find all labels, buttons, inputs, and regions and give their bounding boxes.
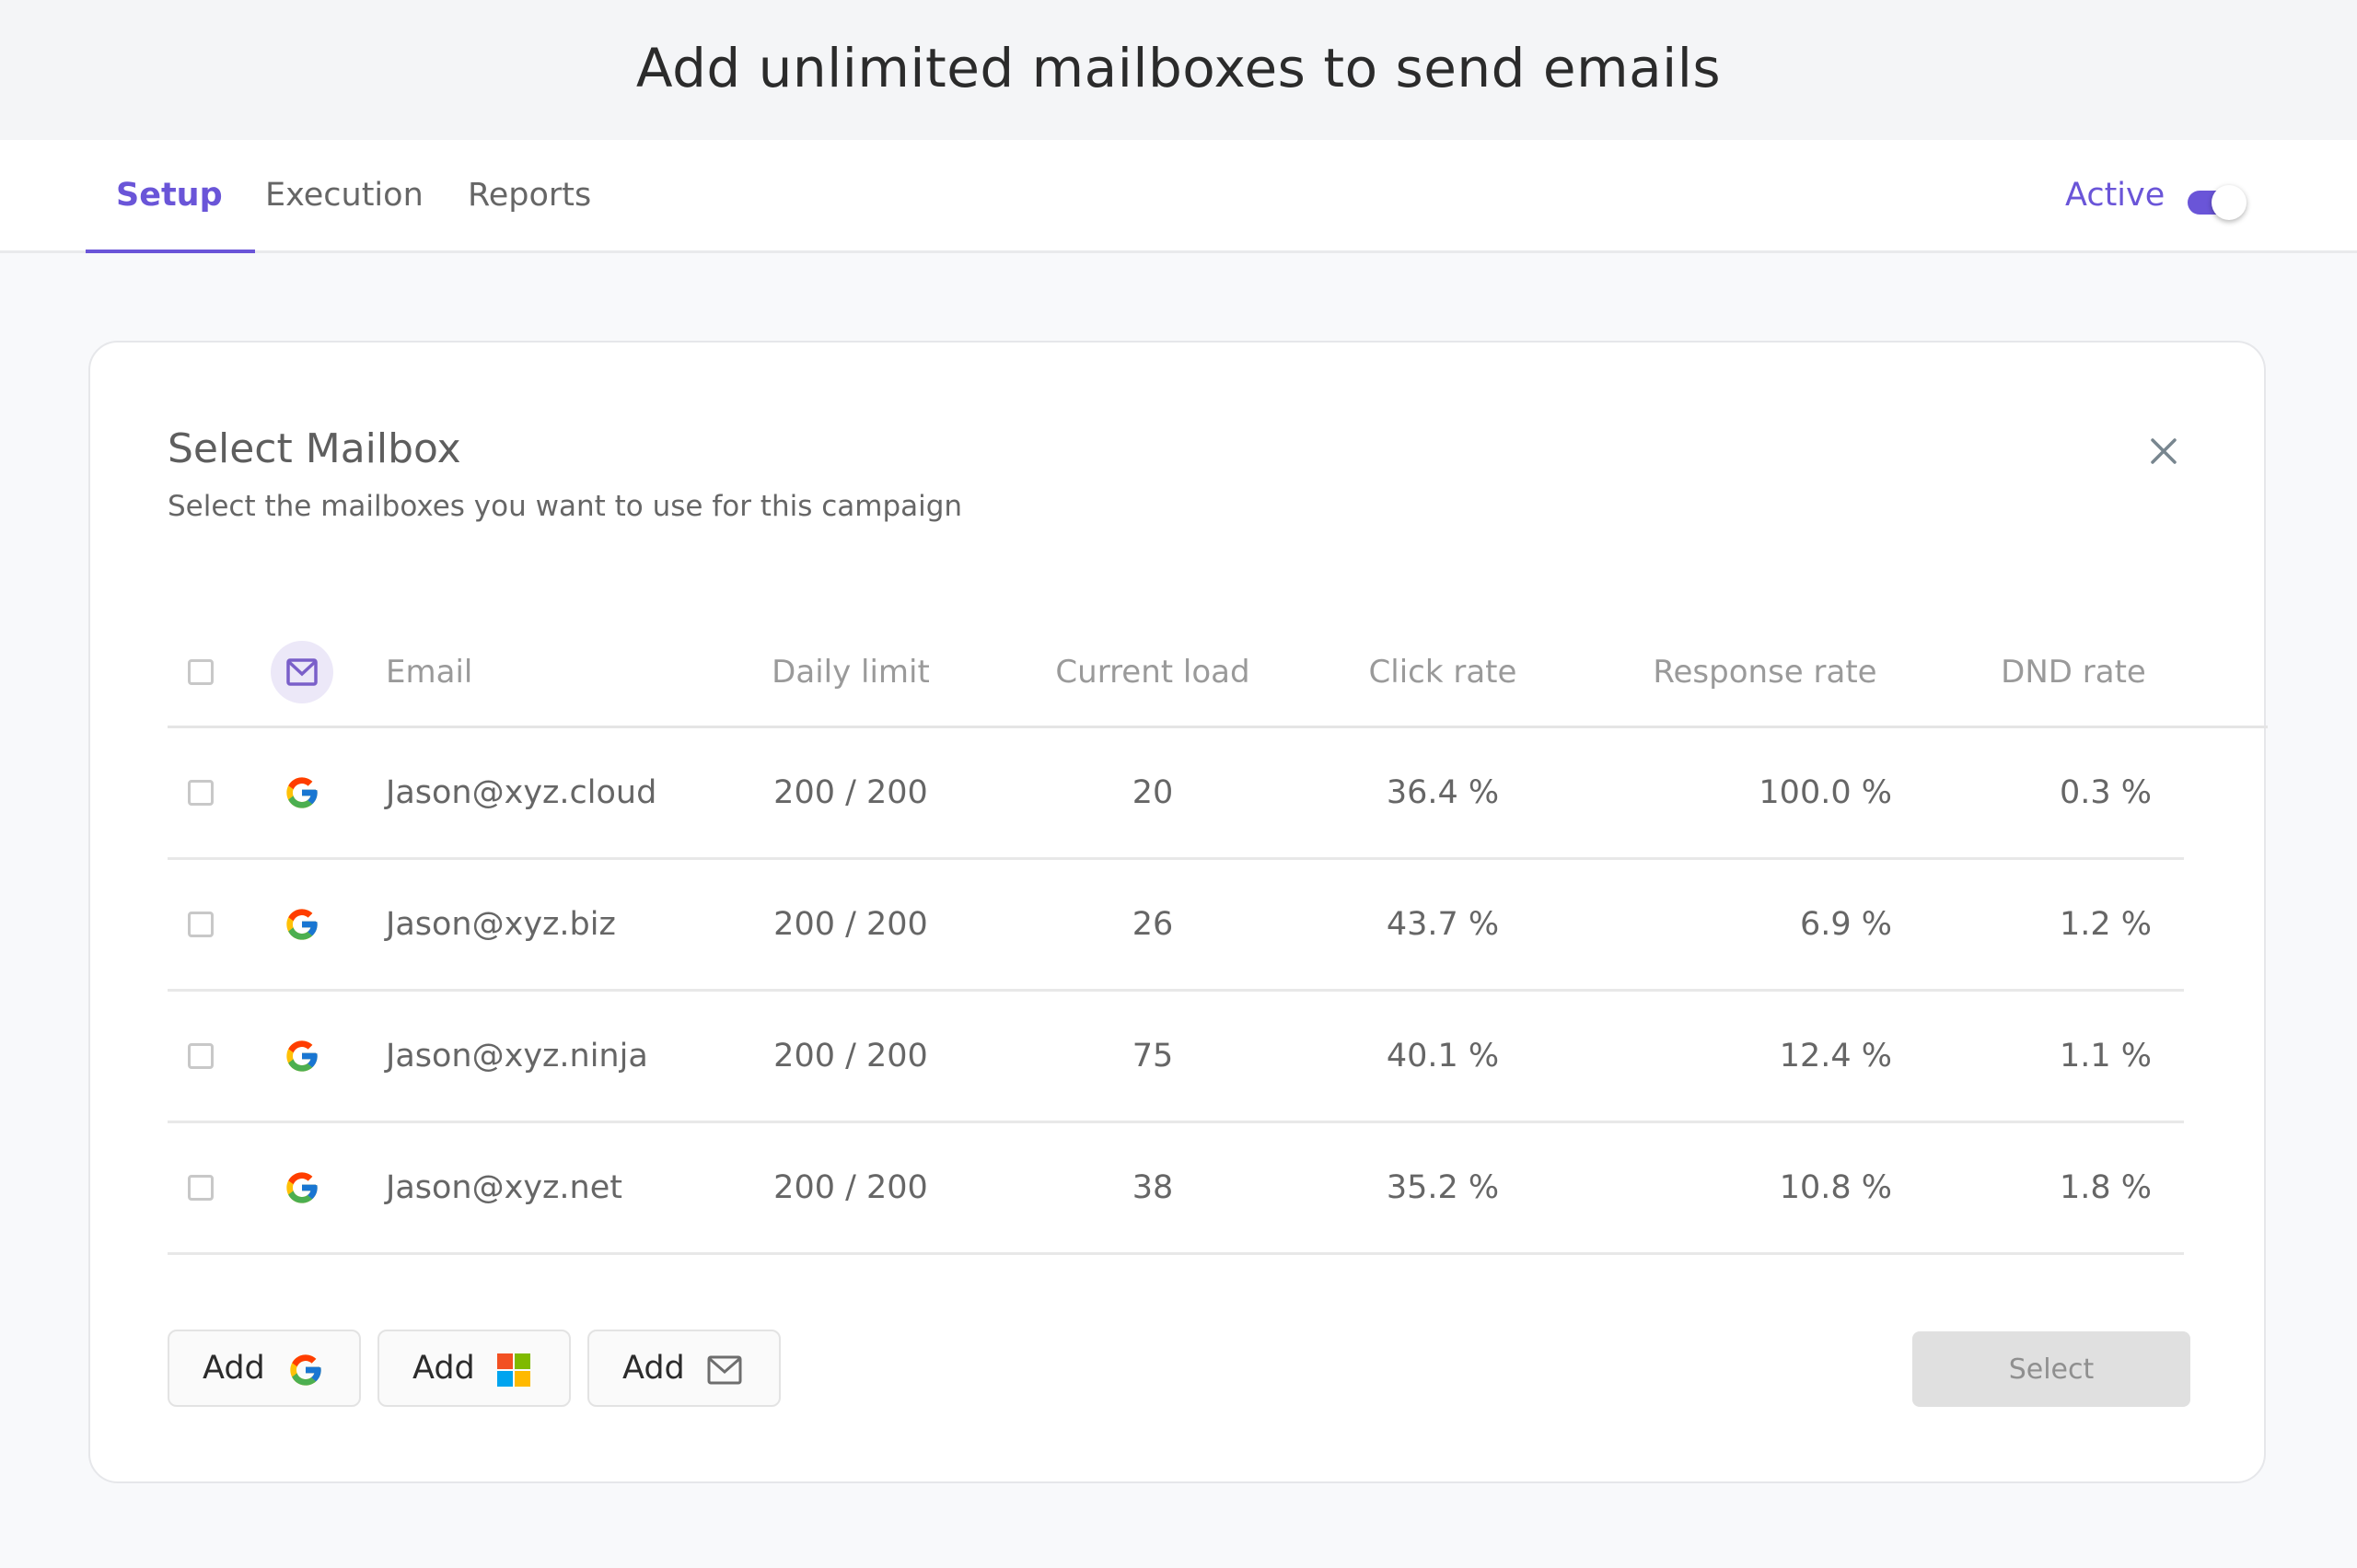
- add-google-button[interactable]: Add: [168, 1330, 361, 1407]
- close-button[interactable]: [2145, 433, 2182, 470]
- col-email: Email: [386, 654, 473, 691]
- row-checkbox[interactable]: [188, 1175, 214, 1201]
- google-icon: [271, 906, 333, 943]
- row-checkbox[interactable]: [188, 780, 214, 806]
- table-header: Email Daily limit Current load Click rat…: [168, 619, 2268, 728]
- row-response-rate: 6.9 %: [1799, 906, 1892, 943]
- add-google-label: Add: [203, 1350, 265, 1387]
- microsoft-icon: [497, 1353, 530, 1395]
- col-daily-limit: Daily limit: [772, 654, 930, 691]
- row-click-rate: 35.2 %: [1386, 1169, 1500, 1206]
- row-dnd-rate: 0.3 %: [2059, 774, 2153, 811]
- tab-execution[interactable]: Execution: [265, 140, 424, 250]
- row-current-load: 38: [1132, 1169, 1174, 1206]
- col-current-load: Current load: [1055, 654, 1250, 691]
- modal-title: Select Mailbox: [168, 425, 461, 472]
- table-row[interactable]: Jason@xyz.net 200 / 200 38 35.2 % 10.8 %…: [168, 1123, 2184, 1255]
- row-daily-limit: 200 / 200: [773, 1038, 928, 1074]
- row-response-rate: 10.8 %: [1779, 1169, 1892, 1206]
- row-current-load: 20: [1132, 774, 1174, 811]
- toggle-knob: [2212, 185, 2247, 220]
- select-button[interactable]: Select: [1912, 1331, 2190, 1407]
- tab-setup[interactable]: Setup: [86, 140, 255, 253]
- mail-filter-button[interactable]: [271, 641, 333, 703]
- row-email: Jason@xyz.biz: [386, 906, 616, 943]
- mail-icon: [286, 658, 318, 686]
- row-email: Jason@xyz.ninja: [386, 1038, 648, 1074]
- modal-subtitle: Select the mailboxes you want to use for…: [168, 490, 963, 523]
- row-click-rate: 36.4 %: [1386, 774, 1500, 811]
- row-current-load: 26: [1132, 906, 1174, 943]
- row-email: Jason@xyz.cloud: [386, 774, 657, 811]
- google-icon: [271, 774, 333, 811]
- row-click-rate: 40.1 %: [1386, 1038, 1500, 1074]
- row-email: Jason@xyz.net: [386, 1169, 622, 1206]
- add-microsoft-label: Add: [412, 1350, 475, 1387]
- table-row[interactable]: Jason@xyz.cloud 200 / 200 20 36.4 % 100.…: [168, 728, 2184, 860]
- row-dnd-rate: 1.8 %: [2059, 1169, 2153, 1206]
- row-daily-limit: 200 / 200: [773, 1169, 928, 1206]
- row-checkbox[interactable]: [188, 912, 214, 937]
- select-all-checkbox[interactable]: [188, 659, 214, 685]
- tab-bar: Setup Execution Reports: [0, 140, 2357, 253]
- top-banner: Add unlimited mailboxes to send emails: [0, 0, 2357, 140]
- mailbox-table: Email Daily limit Current load Click rat…: [168, 619, 2270, 1255]
- google-icon: [271, 1169, 333, 1206]
- close-icon: [2151, 438, 2177, 464]
- row-checkbox[interactable]: [188, 1043, 214, 1069]
- row-response-rate: 12.4 %: [1779, 1038, 1892, 1074]
- mail-icon: [707, 1355, 742, 1393]
- add-microsoft-button[interactable]: Add: [377, 1330, 571, 1407]
- active-toggle[interactable]: [2188, 185, 2247, 220]
- col-dnd-rate: DND rate: [2001, 654, 2146, 691]
- row-dnd-rate: 1.1 %: [2059, 1038, 2153, 1074]
- row-daily-limit: 200 / 200: [773, 906, 928, 943]
- banner-title: Add unlimited mailboxes to send emails: [635, 37, 1722, 99]
- col-response-rate: Response rate: [1653, 654, 1877, 691]
- row-click-rate: 43.7 %: [1386, 906, 1500, 943]
- col-click-rate: Click rate: [1368, 654, 1517, 691]
- row-dnd-rate: 1.2 %: [2059, 906, 2153, 943]
- status-label: Active: [2065, 177, 2165, 214]
- google-icon: [271, 1038, 333, 1074]
- add-smtp-label: Add: [622, 1350, 685, 1387]
- add-smtp-button[interactable]: Add: [587, 1330, 781, 1407]
- table-row[interactable]: Jason@xyz.ninja 200 / 200 75 40.1 % 12.4…: [168, 992, 2184, 1123]
- tab-reports[interactable]: Reports: [468, 140, 591, 250]
- google-icon: [287, 1352, 324, 1397]
- row-current-load: 75: [1132, 1038, 1174, 1074]
- row-response-rate: 100.0 %: [1759, 774, 1892, 811]
- table-row[interactable]: Jason@xyz.biz 200 / 200 26 43.7 % 6.9 % …: [168, 860, 2184, 992]
- select-mailbox-modal: Select Mailbox Select the mailboxes you …: [88, 341, 2268, 1483]
- row-daily-limit: 200 / 200: [773, 774, 928, 811]
